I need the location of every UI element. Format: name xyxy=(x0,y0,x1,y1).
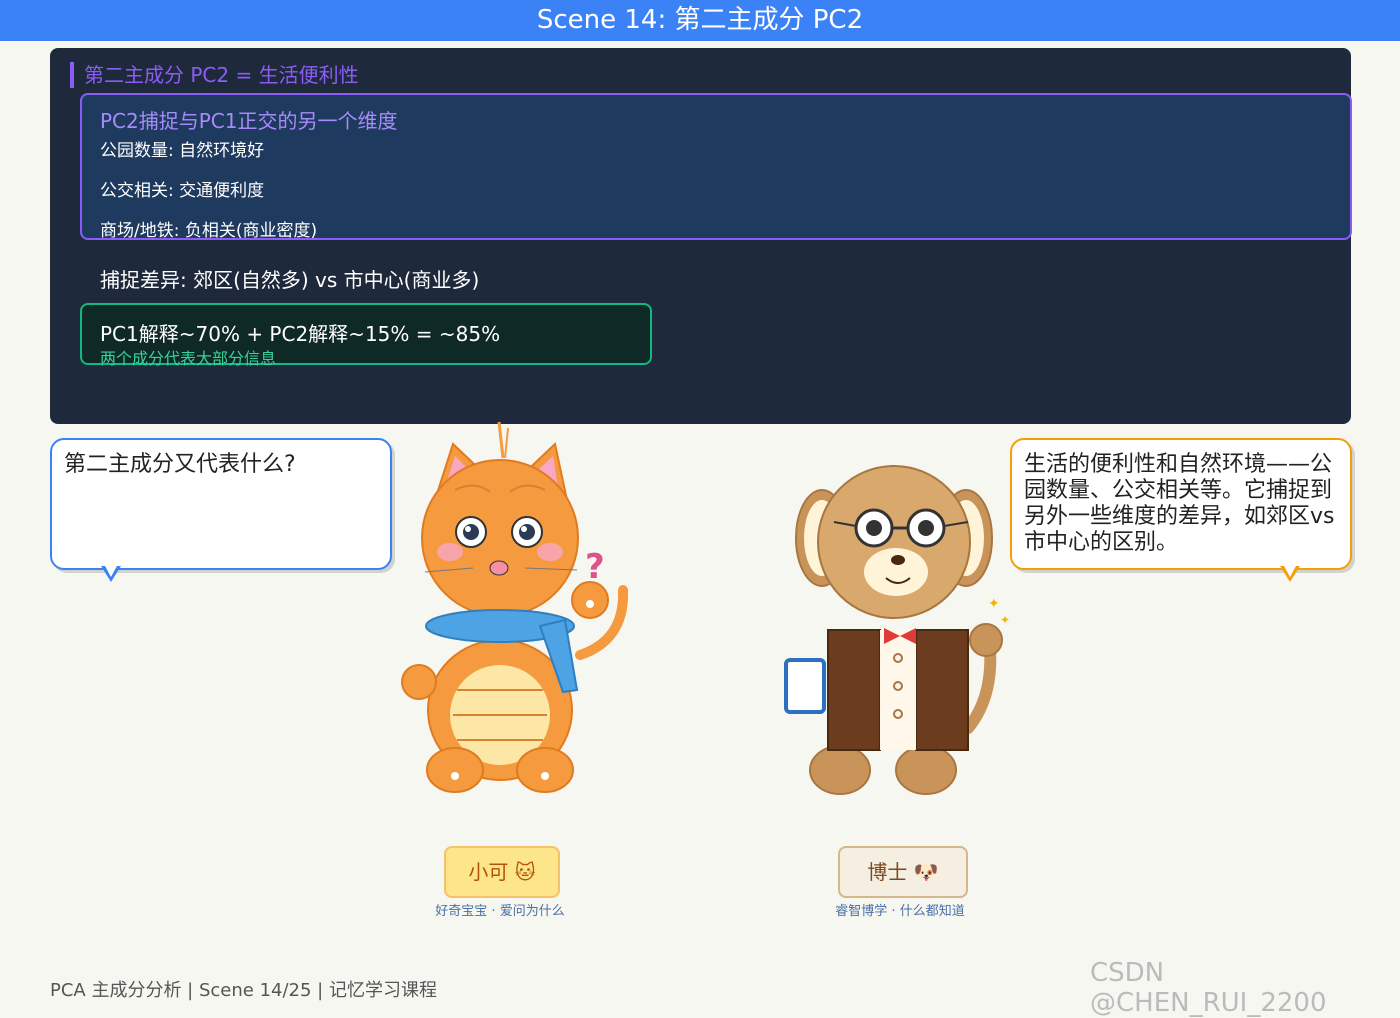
svg-text:?: ? xyxy=(585,547,605,587)
info-box-title: PC2捕捉与PC1正交的另一个维度 xyxy=(100,109,398,133)
info-line-malls: 商场/地铁: 负相关(商业密度) xyxy=(100,221,318,241)
summary-main: PC1解释~70% + PC2解释~15% = ~85% xyxy=(100,322,501,346)
speech-bubble-dog-tail-inner xyxy=(1283,564,1297,577)
cat-character-icon: ? xyxy=(401,421,629,793)
page-title: Scene 14: 第二主成分 PC2 xyxy=(0,0,1400,41)
speech-bubble-dog-text: 生活的便利性和自然环境——公园数量、公交相关等。它捕捉到另外一些维度的差异，如郊… xyxy=(1024,452,1335,555)
summary-sub: 两个成分代表大部分信息 xyxy=(100,349,277,368)
info-line-parks: 公园数量: 自然环境好 xyxy=(100,141,265,161)
dog-character-icon: ✦ ✦ xyxy=(784,465,1010,795)
speech-bubble-dog: 生活的便利性和自然环境——公园数量、公交相关等。它捕捉到另外一些维度的差异，如郊… xyxy=(1010,438,1352,570)
speech-bubble-cat: 第二主成分又代表什么? xyxy=(50,438,392,570)
cat-name-plate: 小可 🐱 xyxy=(444,846,560,898)
svg-text:✦: ✦ xyxy=(1000,613,1010,627)
watermark: CSDN @CHEN_RUI_2200 xyxy=(1090,958,1327,1018)
dog-name-plate: 博士 🐶 xyxy=(838,846,968,898)
speech-bubble-cat-text: 第二主成分又代表什么? xyxy=(64,452,296,477)
dog-subtitle: 睿智博学 · 什么都知道 xyxy=(835,904,965,919)
footer-text: PCA 主成分分析 | Scene 14/25 | 记忆学习课程 xyxy=(50,980,437,1001)
panel-heading: 第二主成分 PC2 = 生活便利性 xyxy=(70,62,359,88)
difference-text: 捕捉差异: 郊区(自然多) vs 市中心(商业多) xyxy=(100,268,480,292)
info-line-transit: 公交相关: 交通便利度 xyxy=(100,181,265,201)
speech-bubble-cat-tail-inner xyxy=(104,564,118,577)
svg-text:✦: ✦ xyxy=(988,596,1000,612)
cat-subtitle: 好奇宝宝 · 爱问为什么 xyxy=(435,904,565,919)
